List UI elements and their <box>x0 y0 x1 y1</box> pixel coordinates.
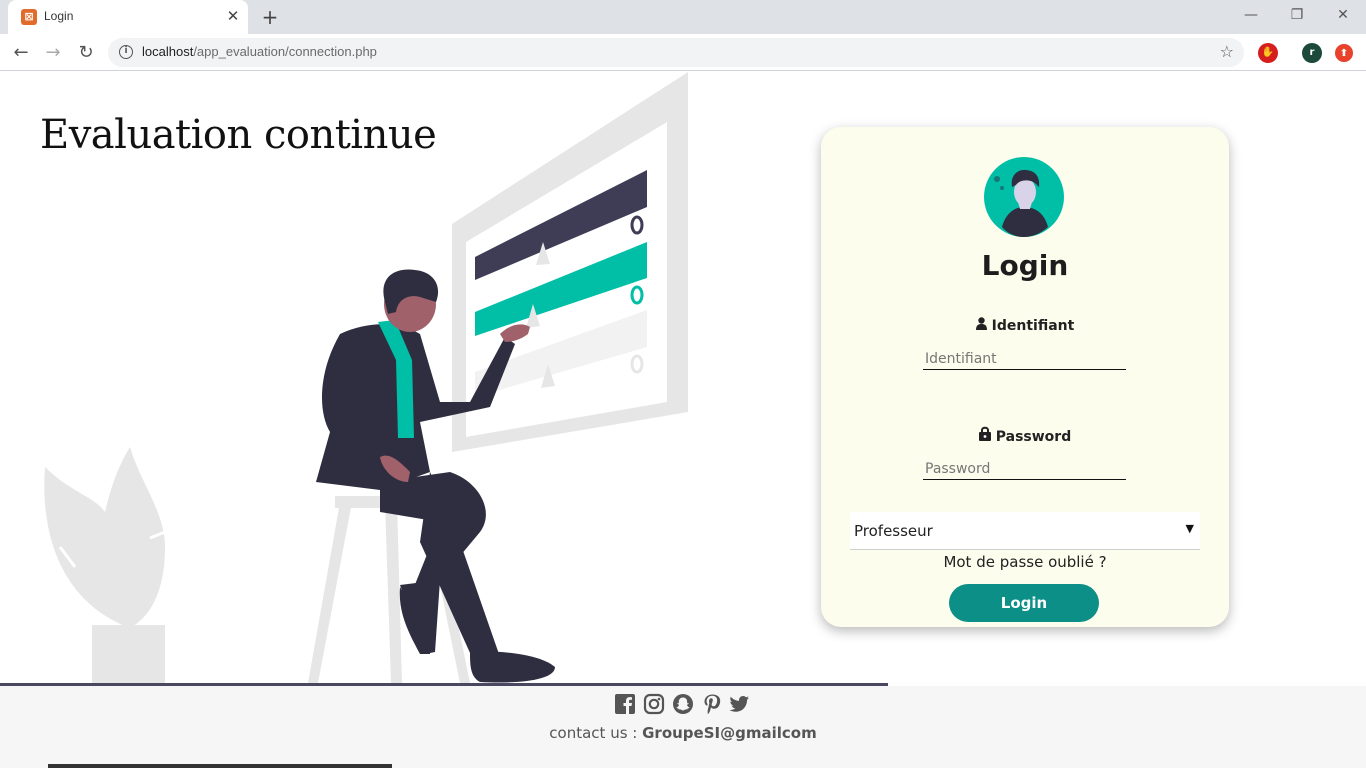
contact-text: contact us : GroupeSI@gmailcom <box>549 724 817 742</box>
new-tab-button[interactable]: + <box>258 5 282 29</box>
user-icon <box>975 317 987 334</box>
minimize-icon[interactable]: — <box>1236 4 1266 26</box>
instagram-icon[interactable] <box>643 693 665 715</box>
address-bar[interactable]: i localhost/app_evaluation/connection.ph… <box>108 38 1244 67</box>
user-avatar-icon <box>984 157 1064 237</box>
role-select-value: Professeur <box>854 522 933 540</box>
presentation-illustration <box>44 72 688 683</box>
url-text[interactable]: localhost/app_evaluation/connection.php <box>142 44 377 59</box>
twitter-icon[interactable] <box>728 693 750 715</box>
reload-icon[interactable]: ↻ <box>74 41 98 65</box>
role-select[interactable]: Professeur ▼ <box>850 512 1200 550</box>
profile-avatar[interactable]: r <box>1302 43 1322 63</box>
window-close-icon[interactable]: ✕ <box>1328 4 1358 26</box>
adblock-extension-icon[interactable]: ✋ <box>1258 43 1278 63</box>
password-input[interactable] <box>923 458 1126 480</box>
back-arrow-icon[interactable]: ← <box>9 41 33 65</box>
lock-icon <box>978 426 991 445</box>
bookmark-star-icon[interactable]: ☆ <box>1220 42 1234 61</box>
xampp-favicon-icon: ⊠ <box>21 9 37 25</box>
forward-arrow-icon[interactable]: → <box>41 41 65 65</box>
contact-email[interactable]: GroupeSI@gmailcom <box>642 724 817 742</box>
password-label: Password <box>821 426 1229 445</box>
page-title: Evaluation continue <box>40 112 437 158</box>
browser-tabbar: ⊠ Login ✕ + — ❐ ✕ <box>0 0 1366 34</box>
footer: contact us : GroupeSI@gmailcom <box>0 686 1366 768</box>
login-button[interactable]: Login <box>949 584 1099 622</box>
login-card: Login Identifiant Password Professeur ▼ … <box>821 127 1229 627</box>
browser-tab[interactable]: ⊠ Login ✕ <box>8 0 248 34</box>
site-info-icon[interactable]: i <box>119 45 133 59</box>
pinterest-icon[interactable] <box>701 693 723 715</box>
horizontal-scrollbar[interactable] <box>48 764 392 768</box>
upload-extension-icon[interactable]: ⬆ <box>1335 44 1353 62</box>
tab-title: Login <box>44 9 74 23</box>
login-title: Login <box>981 249 1069 282</box>
dropdown-arrow-icon: ▼ <box>1185 522 1194 535</box>
tab-close-icon[interactable]: ✕ <box>224 7 242 25</box>
restore-icon[interactable]: ❐ <box>1282 4 1312 26</box>
identifiant-input[interactable] <box>923 348 1126 370</box>
identifiant-label: Identifiant <box>821 317 1229 334</box>
browser-toolbar: ← → ↻ i localhost/app_evaluation/connect… <box>0 34 1366 71</box>
forgot-password-link[interactable]: Mot de passe oublié ? <box>821 553 1229 571</box>
facebook-icon[interactable] <box>614 693 636 715</box>
snapchat-icon[interactable] <box>672 693 694 715</box>
page-content: Evaluation continue Login Identifiant Pa… <box>0 72 1366 768</box>
